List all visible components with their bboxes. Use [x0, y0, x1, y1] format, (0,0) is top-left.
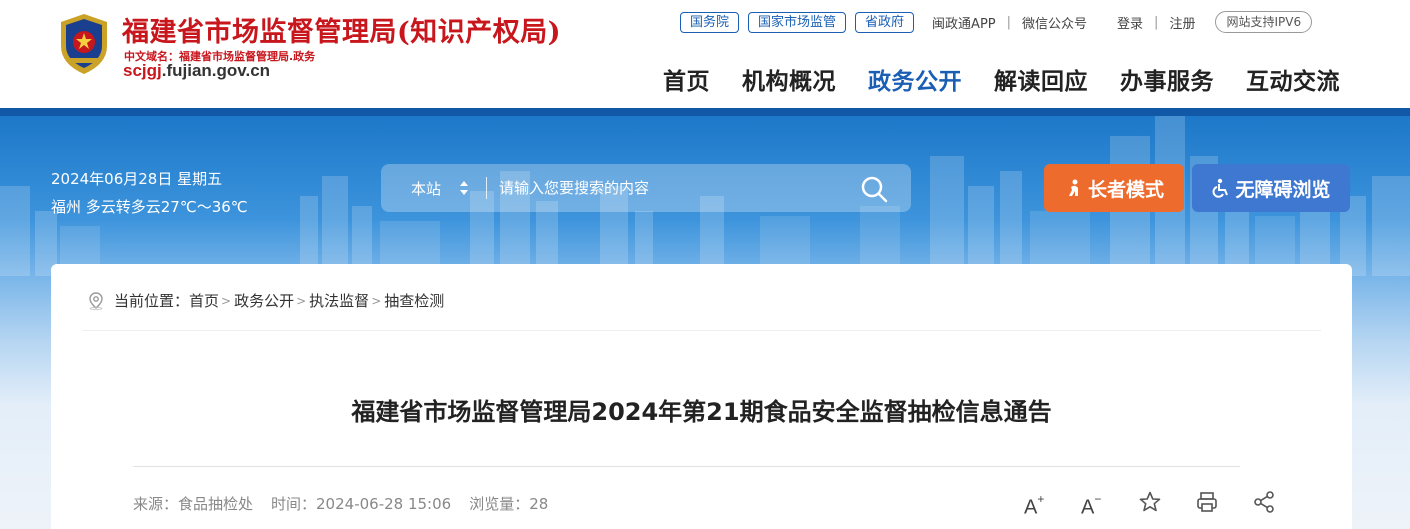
breadcrumb-enforcement[interactable]: 执法监督 — [309, 290, 369, 311]
divider — [133, 466, 1240, 467]
domain-suffix: .fujian.gov.cn — [161, 61, 271, 80]
nav-gov-affairs[interactable]: 政务公开 — [868, 62, 962, 96]
nav-home[interactable]: 首页 — [663, 62, 710, 96]
breadcrumb-separator: > — [371, 293, 382, 308]
wheelchair-icon — [1213, 178, 1229, 198]
current-date: 2024年06月28日 星期五 — [51, 170, 223, 188]
search-bar: 本站 — [381, 164, 911, 212]
top-links: 国务院 国家市场监管 省政府 闽政通APP | 微信公众号 登录 | 注册 网站… — [680, 11, 1313, 33]
link-provincial-gov[interactable]: 省政府 — [855, 11, 915, 33]
breadcrumb-separator: > — [221, 293, 232, 308]
font-decrease-icon[interactable]: A− — [1081, 490, 1105, 519]
sort-arrows-icon[interactable] — [459, 180, 469, 196]
article-title: 福建省市场监督管理局2024年第21期食品安全监督抽检信息通告 — [351, 398, 1052, 426]
nav-services[interactable]: 办事服务 — [1120, 62, 1214, 96]
article-time: 时间：2024-06-28 15:06 — [271, 495, 452, 513]
search-scope-select[interactable]: 本站 — [411, 178, 441, 199]
print-icon[interactable] — [1195, 490, 1219, 514]
search-input[interactable] — [499, 174, 849, 202]
site-header: 福建省市场监督管理局(知识产权局) 中文域名：福建省市场监督管理局.政务 scj… — [0, 0, 1410, 108]
search-divider — [486, 177, 487, 199]
ipv6-badge: 网站支持IPV6 — [1215, 11, 1313, 33]
elder-mode-button[interactable]: 长者模式 — [1044, 164, 1184, 212]
breadcrumb: 当前位置： 首页 > 政务公开 > 执法监督 > 抽查检测 — [87, 290, 444, 311]
register-link[interactable]: 注册 — [1169, 13, 1195, 32]
link-wechat[interactable]: 微信公众号 — [1022, 13, 1087, 32]
link-samr[interactable]: 国家市场监管 — [748, 11, 847, 33]
elder-mode-label: 长者模式 — [1087, 178, 1164, 201]
link-state-council[interactable]: 国务院 — [680, 11, 740, 33]
elder-icon — [1068, 179, 1078, 196]
breadcrumb-sampling[interactable]: 抽查检测 — [384, 290, 444, 311]
favorite-star-icon[interactable] — [1138, 490, 1162, 514]
article-meta: 来源：食品抽检处 时间：2024-06-28 15:06 浏览量：28 — [133, 493, 566, 514]
link-app[interactable]: 闽政通APP — [932, 13, 996, 32]
divider — [83, 330, 1321, 331]
nav-interaction[interactable]: 互动交流 — [1246, 62, 1340, 96]
breadcrumb-separator: > — [296, 293, 307, 308]
breadcrumb-prefix: 当前位置： — [114, 292, 190, 310]
search-icon[interactable] — [859, 174, 889, 204]
site-title[interactable]: 福建省市场监督管理局(知识产权局) — [122, 10, 561, 49]
article-views: 浏览量：28 — [469, 495, 549, 513]
breadcrumb-gov-affairs[interactable]: 政务公开 — [234, 290, 294, 311]
share-icon[interactable] — [1252, 490, 1276, 514]
divider: | — [1006, 14, 1012, 30]
font-increase-icon[interactable]: A+ — [1024, 490, 1048, 519]
main-nav: 首页 机构概况 政务公开 解读回应 办事服务 互动交流 — [663, 62, 1340, 96]
breadcrumb-home[interactable]: 首页 — [189, 290, 219, 311]
article-source: 来源：食品抽检处 — [133, 495, 254, 513]
login-link[interactable]: 登录 — [1117, 13, 1143, 32]
article-tools: A+ A− — [991, 490, 1276, 519]
emblem-logo-icon[interactable] — [55, 12, 113, 76]
article-card: 当前位置： 首页 > 政务公开 > 执法监督 > 抽查检测 福建省市场监督管理局… — [51, 264, 1352, 529]
domain-prefix: scjgj — [123, 61, 162, 80]
header-divider-bar — [0, 108, 1410, 116]
divider: | — [1154, 14, 1159, 30]
nav-about[interactable]: 机构概况 — [742, 62, 836, 96]
nav-interpretation[interactable]: 解读回应 — [994, 62, 1088, 96]
location-pin-icon — [89, 291, 103, 310]
site-domain: scjgj.fujian.gov.cn — [123, 61, 270, 81]
accessibility-label: 无障碍浏览 — [1235, 178, 1331, 201]
weather-info: 福州 多云转多云27℃～36℃ — [51, 198, 248, 216]
accessibility-button[interactable]: 无障碍浏览 — [1192, 164, 1350, 212]
